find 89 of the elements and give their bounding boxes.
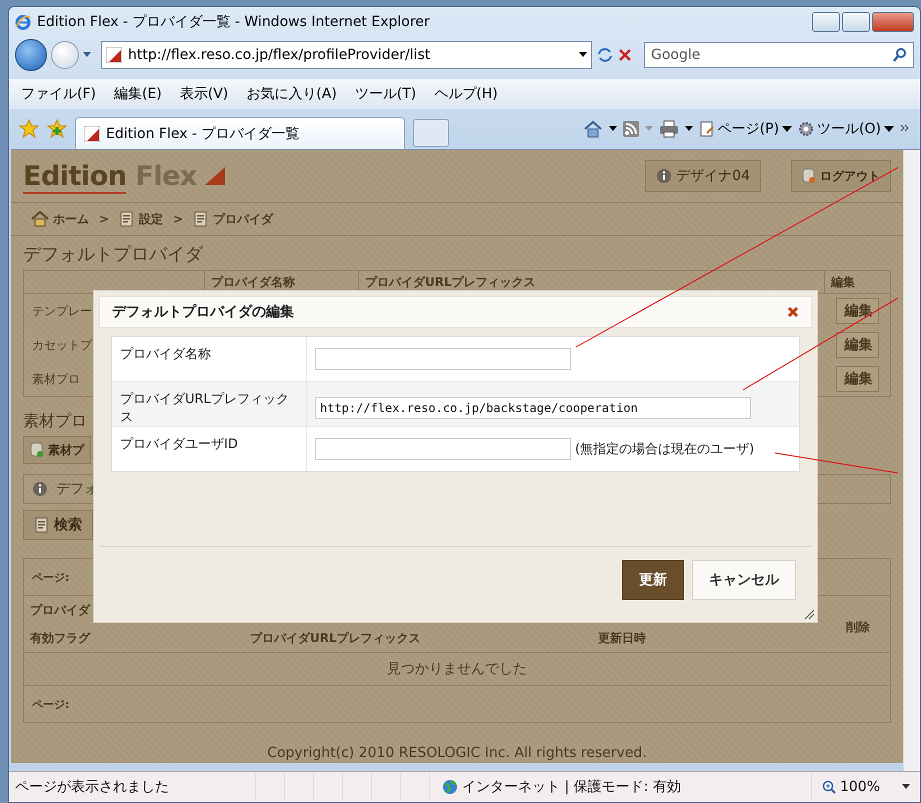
site-logo-icon (84, 126, 100, 142)
printer-icon[interactable] (658, 120, 679, 138)
empty-message: 見つかりませんでした (24, 653, 890, 686)
info-icon (656, 168, 672, 184)
dialog-title: デフォルトプロバイダの編集 (112, 303, 294, 321)
browser-tab[interactable]: Edition Flex - プロバイダ一覧 (75, 117, 405, 149)
resize-grip-icon[interactable] (803, 608, 815, 620)
zoom-level[interactable]: 100% (810, 773, 920, 801)
back-button[interactable] (15, 39, 47, 71)
copyright-text: Copyright(c) 2010 RESOLOGIC Inc. All rights reserved. (267, 745, 647, 761)
column-header: プロバイダ (29, 602, 92, 618)
menu-item[interactable]: ファイル(F) (21, 85, 96, 103)
field-label: プロバイダURLプレフィックス (112, 382, 307, 434)
home-icon (31, 211, 49, 227)
close-button[interactable] (872, 12, 914, 32)
add-button[interactable]: 素材プ (23, 436, 91, 464)
breadcrumb-separator: > (173, 212, 184, 226)
menu-item[interactable]: ヘルプ(H) (434, 85, 498, 103)
row-label: テンプレー (31, 302, 92, 320)
star-icon[interactable] (19, 119, 39, 139)
address-bar[interactable]: http://flex.reso.co.jp/flex/profileProvider/list (101, 41, 592, 69)
section-heading: 素材プロ (23, 411, 87, 432)
logout-button[interactable]: ログアウト (791, 160, 891, 192)
column-header: プロバイダURLプレフィックス (249, 630, 422, 646)
field-hint: (無指定の場合は現在のユーザ) (575, 441, 754, 458)
field-label: プロバイダユーザID (112, 427, 307, 471)
dropdown-caret-icon[interactable] (684, 126, 693, 132)
database-icon (802, 168, 816, 184)
gear-icon (798, 121, 814, 137)
dropdown-caret-icon[interactable] (608, 126, 617, 132)
dropdown-caret-icon (902, 784, 910, 790)
pager-label: ページ: (32, 570, 70, 584)
text-field[interactable] (315, 438, 571, 460)
stop-icon[interactable] (618, 48, 632, 62)
dropdown-caret-icon (782, 125, 792, 133)
chevron-icon[interactable] (900, 124, 910, 134)
toolbar-menu-button[interactable]: ページ(P) (698, 120, 792, 138)
refresh-icon[interactable] (596, 46, 614, 64)
menu-item[interactable]: お気に入り(A) (246, 85, 337, 103)
column-header: 更新日時 (597, 630, 647, 646)
database-add-icon (30, 442, 44, 458)
dropdown-caret-icon (884, 125, 894, 133)
breadcrumb-link[interactable]: ホーム (31, 210, 89, 228)
window-title: Edition Flex - プロバイダ一覧 - Windows Internet Explorer (37, 13, 430, 31)
zoom-icon (822, 780, 836, 794)
home-icon[interactable] (582, 120, 603, 138)
user-button[interactable]: デザイナ04 (645, 160, 761, 192)
menu-item[interactable]: ツール(T) (354, 85, 416, 103)
row-label: 素材プロ (31, 370, 80, 388)
breadcrumb-link[interactable]: 設定 (119, 210, 164, 228)
status-text: ページが表示されました (14, 778, 170, 796)
dropdown-caret-icon[interactable] (579, 52, 587, 58)
search-panel-toggle[interactable]: 検索 (23, 510, 93, 540)
logo-mark-icon (204, 167, 225, 185)
add-favorite-icon[interactable] (47, 119, 67, 139)
column-header: 削除 (845, 618, 871, 636)
info-icon (32, 481, 48, 497)
update-button[interactable]: 更新 (622, 560, 684, 600)
maximize-button[interactable] (842, 12, 870, 32)
menu-item[interactable]: 表示(V) (180, 85, 228, 103)
column-header: 編集 (824, 271, 890, 293)
search-icon[interactable] (892, 47, 908, 63)
document-icon (34, 517, 50, 533)
breadcrumb-separator: > (99, 212, 110, 226)
edit-button[interactable]: 編集 (836, 298, 878, 324)
close-icon[interactable] (787, 306, 799, 318)
globe-icon (442, 779, 458, 795)
section-heading: デフォルトプロバイダ (23, 243, 204, 266)
minimize-button[interactable] (812, 12, 840, 32)
text-field[interactable] (315, 348, 571, 370)
breadcrumb-link[interactable]: プロバイダ (193, 210, 274, 228)
toolbar-menu-button[interactable]: ツール(O) (798, 120, 894, 138)
security-zone: インターネット | 保護モード: 有効 (462, 778, 681, 796)
page-edit-icon (698, 121, 715, 137)
row-label: カセットプ (31, 336, 92, 354)
pager-label: ページ: (32, 696, 70, 712)
document-icon (119, 211, 136, 227)
scrollbar[interactable] (903, 150, 920, 771)
column-header: 有効フラグ (28, 630, 92, 646)
menu-item[interactable]: 編集(E) (114, 85, 162, 103)
site-logo-icon (106, 47, 122, 63)
edit-button[interactable]: 編集 (836, 366, 878, 392)
cancel-button[interactable]: キャンセル (692, 560, 796, 600)
browser-logo-icon (15, 14, 31, 30)
edit-button[interactable]: 編集 (836, 332, 878, 358)
feed-icon[interactable] (622, 121, 639, 137)
document-icon (193, 211, 210, 227)
text-field[interactable]: http://flex.reso.co.jp/backstage/cooperation (315, 397, 751, 419)
search-field[interactable]: Google (644, 42, 914, 68)
